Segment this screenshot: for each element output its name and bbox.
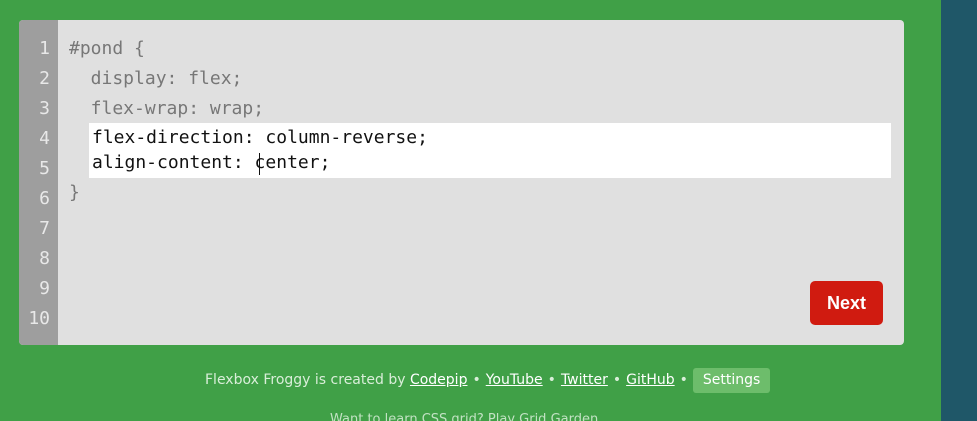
code-line-display: display: flex; bbox=[69, 68, 243, 89]
twitter-link[interactable]: Twitter bbox=[561, 372, 608, 388]
partial-footer-text: Want to learn CSS grid? Play Grid Garden… bbox=[330, 412, 603, 421]
css-answer-input[interactable]: flex-direction: column-reverse; align-co… bbox=[89, 123, 891, 178]
next-button[interactable]: Next bbox=[810, 281, 883, 325]
line-number-6: 6 bbox=[39, 188, 50, 209]
footer-separator: • bbox=[547, 372, 556, 388]
board-panel-edge bbox=[941, 0, 977, 421]
line-number-3: 3 bbox=[39, 98, 50, 119]
css-editor: 1 2 3 4 5 6 7 8 9 10 #pond { display: fl… bbox=[19, 20, 904, 345]
text-caret bbox=[259, 153, 260, 175]
line-number-gutter: 1 2 3 4 5 6 7 8 9 10 bbox=[19, 20, 58, 345]
settings-button[interactable]: Settings bbox=[692, 368, 771, 393]
answer-line-flex-direction[interactable]: flex-direction: column-reverse; bbox=[92, 128, 428, 148]
footer-separator: • bbox=[472, 372, 481, 388]
footer-separator: • bbox=[679, 372, 688, 388]
line-number-7: 7 bbox=[39, 218, 50, 239]
line-number-4: 4 bbox=[39, 128, 50, 149]
youtube-link[interactable]: YouTube bbox=[486, 372, 543, 388]
line-number-2: 2 bbox=[39, 68, 50, 89]
answer-line-align-content[interactable]: align-content: center; bbox=[92, 153, 330, 173]
line-number-10: 10 bbox=[28, 308, 50, 329]
line-number-8: 8 bbox=[39, 248, 50, 269]
line-number-5: 5 bbox=[39, 158, 50, 179]
github-link[interactable]: GitHub bbox=[626, 372, 675, 388]
code-line-closing-brace: } bbox=[69, 182, 80, 203]
footer-separator: • bbox=[612, 372, 622, 388]
code-line-flex-wrap: flex-wrap: wrap; bbox=[69, 98, 265, 119]
page: 1 2 3 4 5 6 7 8 9 10 #pond { display: fl… bbox=[0, 0, 977, 421]
footer-credit-text: Flexbox Froggy is created by bbox=[205, 372, 406, 388]
line-number-9: 9 bbox=[39, 278, 50, 299]
codepip-link[interactable]: Codepip bbox=[410, 372, 468, 388]
line-number-1: 1 bbox=[39, 38, 50, 59]
footer: Flexbox Froggy is created by Codepip • You… bbox=[205, 368, 771, 393]
code-line-selector: #pond { bbox=[69, 38, 145, 59]
